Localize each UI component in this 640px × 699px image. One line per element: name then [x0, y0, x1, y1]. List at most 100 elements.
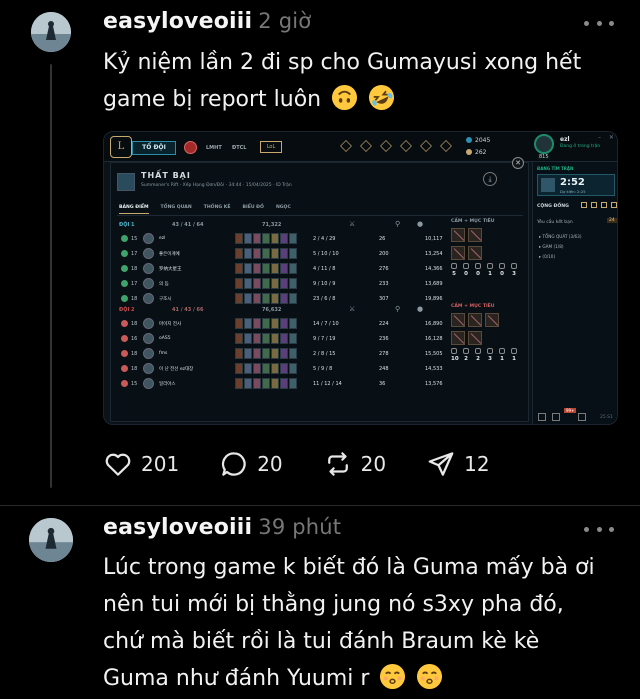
- post-timestamp: 39 phút: [258, 515, 342, 539]
- objective-count: 3: [512, 271, 516, 277]
- player-name[interactable]: 이 난 전선 ez대장: [159, 366, 193, 372]
- close-icon[interactable]: ✕: [512, 157, 524, 169]
- scoreboard-row[interactable]: 15 ezl 2 / 4 / 29 26 10,117: [117, 232, 453, 246]
- nav-lmht[interactable]: LMHT: [206, 145, 222, 151]
- player-name[interactable]: 좋은이게예: [159, 251, 180, 257]
- nav-dtcl[interactable]: ĐTCL: [232, 145, 246, 151]
- more-options-icon[interactable]: [584, 13, 614, 33]
- client-version: 25.S1: [600, 415, 613, 420]
- player-gold: 19,896: [425, 296, 443, 302]
- upside-down-face-emoji: [332, 84, 358, 111]
- player-avatar: [143, 233, 154, 244]
- scoreboard-row[interactable]: 18 이 난 전선 ez대장 5 / 9 / 8 248 14,533: [117, 362, 453, 376]
- like-button[interactable]: 201: [103, 449, 179, 479]
- player-kda: 2 / 8 / 15: [313, 351, 336, 357]
- team2-bans: [451, 313, 521, 327]
- avatar[interactable]: [29, 518, 73, 562]
- team1-objectives-header: CẤM + MỤC TIÊU: [451, 219, 495, 224]
- tab-graphs[interactable]: BIỂU ĐỒ: [243, 205, 264, 214]
- share-button[interactable]: 12: [426, 449, 490, 479]
- player-name[interactable]: 마이지 전사: [159, 321, 181, 327]
- team1-gold: 71,322: [262, 222, 282, 228]
- tab-stats[interactable]: THỐNG KÊ: [204, 205, 231, 214]
- more-options-icon[interactable]: [584, 519, 614, 539]
- queue-timer-box[interactable]: 2:52 Dự kiến: 2:25: [537, 174, 615, 196]
- player-name[interactable]: 일리아스: [159, 381, 176, 387]
- kissing-face-emoji: [417, 663, 443, 690]
- send-icon: [428, 452, 454, 476]
- username[interactable]: easyloveoiii 39 phút: [103, 515, 341, 540]
- objective-count: 0: [476, 271, 480, 277]
- comment-button[interactable]: 20: [219, 449, 283, 479]
- download-icon[interactable]: ⤓: [483, 172, 497, 186]
- player-name[interactable]: oAS5: [159, 336, 171, 341]
- tab-scoreboard[interactable]: BẢNG ĐIỂM: [119, 205, 149, 214]
- tab-overview[interactable]: TỔNG QUAN: [161, 205, 192, 214]
- username[interactable]: easyloveoiii 2 giờ: [103, 9, 311, 34]
- post-text-line-2: game bị report luôn: [103, 81, 623, 118]
- friend-group[interactable]: ▸ (0/10): [539, 254, 555, 259]
- player-gold: 14,533: [425, 366, 443, 372]
- player-gold: 15,505: [425, 351, 443, 357]
- post-text-line: chứ mà biết rồi là tui đánh Braum kè kè: [103, 629, 540, 654]
- player-cs: 307: [379, 296, 389, 302]
- scoreboard-row[interactable]: 17 의 듬 9 / 10 / 9 233 13,689: [117, 277, 453, 291]
- mission-icon[interactable]: [552, 413, 560, 421]
- alert-icon[interactable]: [184, 141, 197, 154]
- game-menu-icons[interactable]: [340, 140, 452, 152]
- currency-rp: 262: [466, 149, 486, 156]
- friend-group[interactable]: ▸ TỔNG QUÁT (3/63): [539, 234, 581, 239]
- player-kda: 14 / 7 / 10: [313, 321, 339, 327]
- chat-icon[interactable]: [538, 413, 546, 421]
- team1-objective-counts: 5 0 0 1 0 3: [451, 271, 521, 277]
- objective-count: 1: [488, 271, 492, 277]
- team2-name: ĐỘI 2: [119, 307, 135, 313]
- scoreboard-row[interactable]: 18 fms 2 / 8 / 15 278 15,505: [117, 347, 453, 361]
- role-icon: [121, 380, 128, 387]
- player-avatar: [143, 263, 154, 274]
- social-icons[interactable]: [581, 202, 617, 208]
- player-avatar: [143, 293, 154, 304]
- scoreboard-row[interactable]: 18 罗纳大星王 4 / 11 / 8 276 14,366: [117, 262, 453, 276]
- scoreboard-row[interactable]: 18 마이지 전사 14 / 7 / 10 224 16,890: [117, 317, 453, 331]
- objective-count: 2: [464, 356, 468, 362]
- scoreboard-row[interactable]: 15 일리아스 11 / 12 / 14 36 13,576: [117, 377, 453, 391]
- window-controls-icon[interactable]: – ✕: [598, 134, 617, 141]
- player-cs: 276: [379, 266, 389, 272]
- social-sidebar: ĐANG TÌM TRẬN 2:52 Dự kiến: 2:25 CỘNG ĐỒ…: [532, 162, 617, 424]
- player-name[interactable]: ezl: [159, 236, 165, 241]
- profile-icon[interactable]: [534, 134, 554, 154]
- champion-level: 17: [131, 251, 138, 257]
- player-kda: 9 / 7 / 19: [313, 336, 336, 342]
- role-icon: [121, 335, 128, 342]
- post-text-line-last: Guma như đánh Yuumi r: [103, 660, 623, 697]
- username-text[interactable]: easyloveoiii: [103, 9, 252, 34]
- game-screenshot[interactable]: L TỔ ĐỘI LMHT ĐTCL LoL 2045 262 815 ezl …: [103, 131, 618, 425]
- scoreboard-row[interactable]: 17 좋은이게예 5 / 10 / 10 200 13,254: [117, 247, 453, 261]
- player-name[interactable]: fms: [159, 351, 167, 356]
- player-name[interactable]: 罗纳大星王: [159, 266, 182, 272]
- tab-runes[interactable]: NGỌC: [276, 205, 291, 214]
- objective-count: 1: [512, 356, 516, 362]
- item-build: [235, 378, 297, 389]
- player-avatar: [143, 348, 154, 359]
- item-build: [235, 278, 297, 289]
- avatar[interactable]: [31, 12, 71, 52]
- rolling-on-floor-laughing-emoji: [369, 84, 395, 111]
- username-text[interactable]: easyloveoiii: [103, 515, 252, 540]
- queue-status: ĐANG TÌM TRẬN: [537, 166, 574, 171]
- sidebar-footer: 99+ 25.S1: [532, 408, 617, 424]
- friend-requests[interactable]: Yêu cầu kết bạn: [537, 220, 573, 225]
- profile-name[interactable]: ezl: [560, 136, 570, 143]
- repost-button[interactable]: 20: [323, 449, 386, 479]
- player-name[interactable]: 구조시: [159, 296, 171, 302]
- item-build: [235, 363, 297, 374]
- friend-group[interactable]: ▸ GAM (1/8): [539, 244, 564, 249]
- player-name[interactable]: 의 듬: [159, 281, 169, 287]
- play-button[interactable]: TỔ ĐỘI: [132, 141, 176, 155]
- scoreboard-row[interactable]: 16 oAS5 9 / 7 / 19 236 16,128: [117, 332, 453, 346]
- role-icon: [121, 280, 128, 287]
- help-icon[interactable]: [578, 413, 586, 421]
- team1-header: ĐỘI 1 43 / 41 / 64 71,322 ⚔ ⚲ ●: [117, 219, 457, 231]
- lol-badge[interactable]: LoL: [260, 141, 282, 153]
